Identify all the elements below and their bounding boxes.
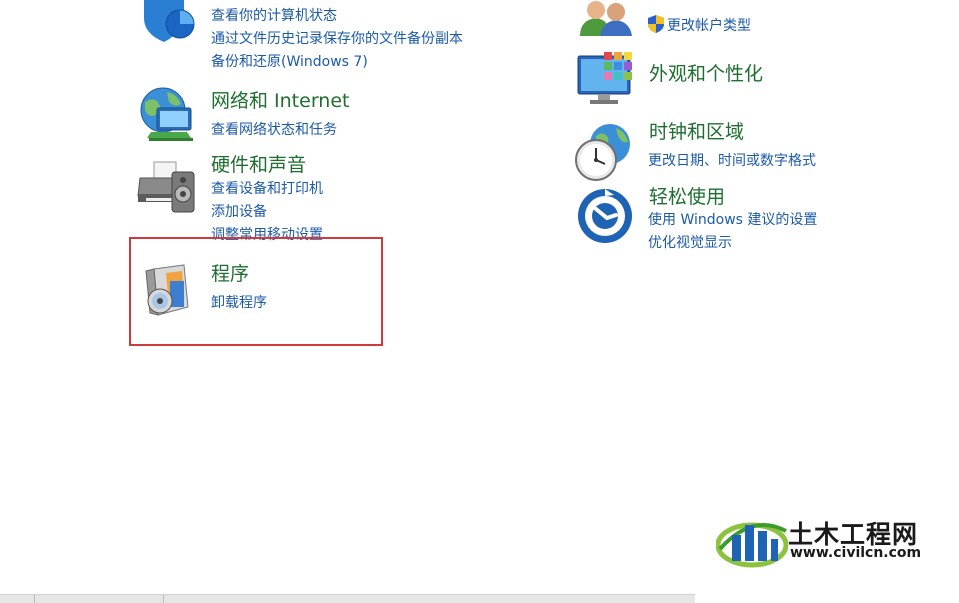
title-appearance-personalization[interactable]: 外观和个性化 [649,62,763,86]
clock-globe-icon[interactable] [574,122,634,182]
link-backup-restore-win7[interactable]: 备份和还原(Windows 7) [211,52,368,72]
link-uninstall-program[interactable]: 卸载程序 [211,293,267,313]
link-optimize-visual-display[interactable]: 优化视觉显示 [648,233,732,253]
uac-shield-icon [648,15,664,33]
programs-disc-icon[interactable] [144,263,192,319]
link-mobility-settings[interactable]: 调整常用移动设置 [211,225,323,245]
title-network-internet[interactable]: 网络和 Internet [211,89,349,113]
link-view-computer-status[interactable]: 查看你的计算机状态 [211,6,337,26]
link-change-account-type[interactable]: 更改帐户类型 [648,15,751,36]
watermark-logo: 土木工程网 www.civilcn.com [716,509,931,571]
monitor-palette-icon[interactable] [576,50,638,108]
link-change-date-time-format[interactable]: 更改日期、时间或数字格式 [648,151,816,171]
title-programs[interactable]: 程序 [211,262,249,286]
link-view-network-status[interactable]: 查看网络状态和任务 [211,120,337,140]
watermark-url: www.civilcn.com [790,545,922,561]
title-hardware-sound[interactable]: 硬件和声音 [211,153,306,177]
watermark-emblem-icon [716,522,788,568]
link-add-device[interactable]: 添加设备 [211,202,267,222]
network-globe-icon[interactable] [137,86,197,144]
title-clock-region[interactable]: 时钟和区域 [649,120,744,144]
users-icon[interactable] [576,0,634,36]
link-devices-printers[interactable]: 查看设备和打印机 [211,179,323,199]
link-file-history-backup[interactable]: 通过文件历史记录保存你的文件备份副本 [211,29,463,49]
printer-speaker-icon[interactable] [136,158,198,216]
ease-of-access-icon[interactable] [576,187,634,245]
shield-globe-icon[interactable] [140,0,196,44]
title-ease-of-access[interactable]: 轻松使用 [649,185,725,209]
link-change-account-type-label: 更改帐户类型 [667,18,751,34]
link-recommended-settings[interactable]: 使用 Windows 建议的设置 [648,210,817,230]
